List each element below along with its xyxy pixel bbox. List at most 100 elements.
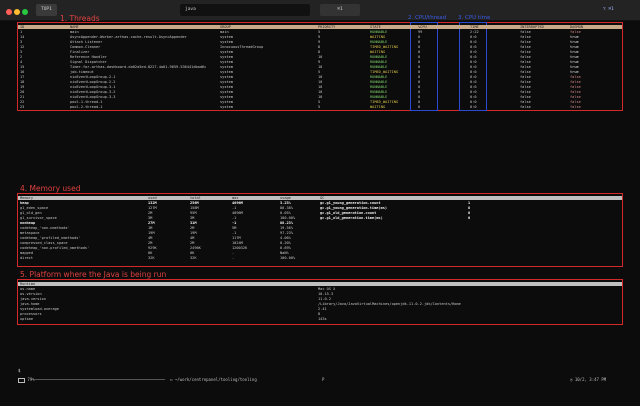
memory-cell: 127M [148,206,157,210]
runtime-table-header: Runtime [18,282,622,286]
tab-top1[interactable]: TOP1 [36,4,57,16]
thread-cell-state: RUNNABLE [370,75,388,79]
memory-cell: 27M [148,221,155,225]
memory-row: compressed_class_space 2M 2M 1024M 0.20% [18,241,622,246]
thread-cell-priority: 5 [318,70,321,74]
memory-row: g1_old_gen 2M 95M 4096M 0.05% gc.g1_old_gener… [18,211,622,216]
runtime-key: java.home [20,302,40,306]
col-cpu: %CPU [418,25,427,29]
thread-cell-priority: 10 [318,85,323,89]
thread-cell-priority: 10 [318,90,323,94]
platform-annotation-label: 5. Platform where the Java is being run [20,270,167,279]
thread-row: 18 nioEventLoopGroup-2-2 system 10 RUNNABLE 0… [18,80,622,85]
tab-java[interactable]: java [180,4,310,16]
memory-row: heap 132M 256M 4096M 3.23% gc.g1_young_genera… [18,201,622,206]
thread-cell-priority: 5 [318,105,321,109]
runtime-row: os.name Mac OS X [18,287,622,292]
thread-cell-group: system [220,105,233,109]
thread-cell-time: 0:0 [470,65,477,69]
thread-cell-pct-cpu: 0 [418,50,421,54]
runtime-key: os.version [20,292,42,296]
memory-row: mapped 0K 0K - NaN% [18,251,622,256]
thread-cell-group: system [220,90,233,94]
thread-cell-daemon: true [570,40,579,44]
thread-cell-interrupted: false [520,90,531,94]
thread-cell-pct-cpu: 99 [418,30,423,34]
thread-cell-name: Reference Handler [70,55,107,59]
folder-icon: ▭ [170,377,173,382]
thread-cell-group: InnocuousThreadGroup [220,45,264,49]
close-window-icon[interactable] [6,9,12,15]
shell-prompt-cursor[interactable]: $ [18,368,20,373]
memory-cell: 117M [232,236,241,240]
thread-row: 22 pool-1-thread-1 system 5 TIMED_WAITING 0 0:… [18,100,622,105]
thread-cell-pct-cpu: 0 [418,85,421,89]
tab-shortcut-alt[interactable]: ⌥ ⌘1 [598,4,619,16]
thread-cell-id: 1 [20,30,23,34]
memory-cell: direct [20,256,33,260]
thread-cell-priority: 9 [318,60,321,64]
runtime-key: os.name [20,287,36,291]
memory-cell: -1 [232,216,237,220]
cpu-thread-annotation-label: 2. CPU/thread [408,15,447,21]
thread-cell-state: WAITING [370,105,386,109]
memory-cell: gc.g1_young_generation.time(ms) [320,206,388,210]
thread-row: 17 nioEventLoopGroup-2-1 system 10 RUNNABLE 0… [18,75,622,80]
thread-cell-group: system [220,80,233,84]
memory-cell: 0.20% [280,241,291,245]
col-gc: GC [320,196,325,200]
thread-cell-name: Finalizer [70,50,90,54]
thread-cell-id: 23 [20,105,25,109]
thread-cell-time: 0:0 [470,35,477,39]
memory-cell: 97.23% [280,231,293,235]
memory-row: metaspace 19M 19M -1 97.23% [18,231,622,236]
minimize-window-icon[interactable] [14,9,20,15]
thread-cell-interrupted: false [520,35,531,39]
memory-row: codeheap_'non-nmethods' 1M 2M 5M 19.56% [18,226,622,231]
thread-cell-name: nioEventLoopGroup-2-2 [70,80,116,84]
runtime-row: java.home/Library/Java/JavaVirtualMachin… [18,302,622,307]
thread-cell-name: AsyncAppender-Worker-arthas-cache.result… [70,35,187,39]
thread-cell-name: pool-2-thread-1 [70,105,103,109]
memory-cell: codeheap_'non-nmethods' [20,226,70,230]
thread-cell-id: 17 [20,75,25,79]
memory-cell: 929K [148,246,157,250]
thread-cell-group: system [220,60,233,64]
thread-cell-name: Timer-for-arthas-dashboard-da02a5ed-8227… [70,65,207,69]
memory-row: codeheap_'profiled_nmethods' 4M 4M 117M 4.06… [18,236,622,241]
thread-cell-daemon: false [570,30,581,34]
memory-cell: heap [20,201,29,205]
thread-row: 19 nioEventLoopGroup-3-1 system 10 RUNNABLE 0… [18,85,622,90]
thread-cell-priority: 9 [318,40,321,44]
thread-cell-pct-cpu: 0 [418,65,421,69]
memory-cell: codeheap_'profiled_nmethods' [20,236,81,240]
thread-cell-group: system [220,75,233,79]
runtime-row: java.version 11.0.2 [18,297,622,302]
memory-cell: 100.00% [280,256,296,260]
runtime-row: systemload.average 2.41 [18,307,622,312]
memory-cell: 4096M [232,201,243,205]
thread-row: 4 Signal Dispatcher system 9 RUNNABLE 0 0:0 fal… [18,60,622,65]
thread-cell-pct-cpu: 0 [418,40,421,44]
thread-cell-state: RUNNABLE [370,65,388,69]
memory-cell: 2496K [190,246,201,250]
thread-cell-state: TIMED_WAITING [370,45,399,49]
memory-cell: 5M [232,226,237,230]
thread-cell-pct-cpu: 0 [418,60,421,64]
memory-cell: 132M [148,201,157,205]
memory-cell: 4096M [232,211,243,215]
thread-cell-interrupted: false [520,70,531,74]
runtime-row: processors 8 [18,312,622,317]
memory-cell: 2M [190,226,195,230]
memory-cell: -1 [232,231,237,235]
tab-shortcut[interactable]: ⌘1 [320,4,360,16]
memory-cell: -1 [232,221,237,225]
thread-cell-daemon: false [570,80,581,84]
memory-cell: 0 [468,211,471,215]
maximize-window-icon[interactable] [22,9,28,15]
thread-cell-id: 18 [20,80,25,84]
thread-cell-state: TIMED_WAITING [370,100,399,104]
memory-cell: g1_survivor_space [20,216,57,220]
col-name: NAME [70,25,79,29]
git-branch: P [322,377,325,382]
